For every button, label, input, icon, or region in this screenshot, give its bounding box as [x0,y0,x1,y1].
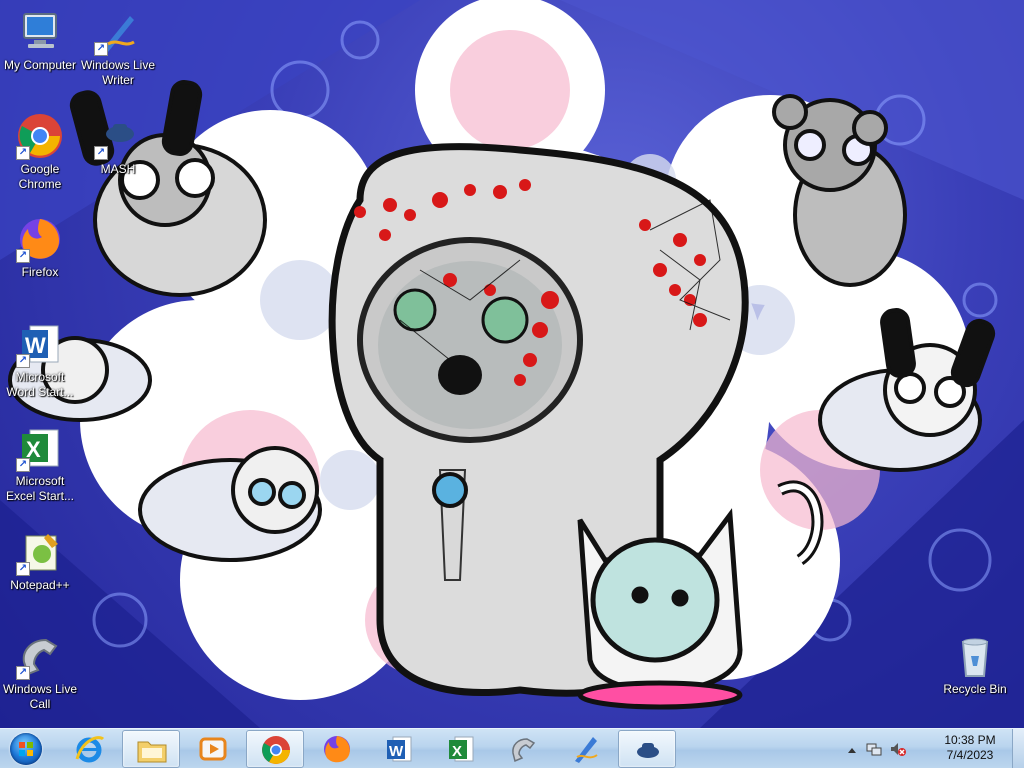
desktop-icon-mash[interactable]: ↗ MASH [78,112,158,177]
desktop-icon-windows-live-call[interactable]: ↗ Windows Live Call [0,632,80,712]
desktop-icon-windows-live-writer[interactable]: ↗ Windows Live Writer [78,8,158,88]
taskbar-word[interactable]: W [370,730,428,768]
system-tray: 10:38 PM 7/4/2023 [834,729,1024,768]
chrome-icon: ↗ [16,112,64,160]
clock-date: 7/4/2023 [946,748,994,762]
windows-logo-icon [10,733,42,765]
desktop-wallpaper [0,0,1024,728]
firefox-icon: ↗ [16,215,64,263]
desktop-icon-excel-starter[interactable]: X ↗ Microsoft Excel Start... [0,424,80,504]
icon-label: My Computer [3,58,77,72]
firefox-icon [321,733,353,765]
taskbar-media-player[interactable] [184,730,242,768]
taskbar-mash[interactable] [618,730,676,768]
show-hidden-icons-icon[interactable] [844,742,860,758]
shortcut-arrow-icon: ↗ [16,458,30,472]
mash-icon: ↗ [94,112,142,160]
icon-label: Notepad++ [10,578,70,592]
excel-icon: X [445,733,477,765]
desktop-icon-recycle-bin[interactable]: Recycle Bin [935,632,1015,697]
shortcut-arrow-icon: ↗ [16,666,30,680]
word-icon: W [383,733,415,765]
icon-label: Firefox [21,265,59,279]
icon-label: Windows Live Call [2,682,78,711]
phone-icon: ↗ [16,632,64,680]
recycle-bin-icon [951,632,999,680]
shortcut-arrow-icon: ↗ [16,562,30,576]
desktop-icon-my-computer[interactable]: My Computer [0,8,80,73]
desktop-icon-notepad-plus-plus[interactable]: ↗ Notepad++ [0,528,80,593]
icon-label: Microsoft Word Start... [6,370,74,399]
taskbar: W X 10:38 PM 7/4/2023 [0,728,1024,768]
word-icon: W ↗ [16,320,64,368]
icon-label: Windows Live Writer [80,58,156,87]
desktop-icon-google-chrome[interactable]: ↗ Google Chrome [0,112,80,192]
clock-time: 10:38 PM [944,733,996,747]
clock[interactable]: 10:38 PM 7/4/2023 [930,733,1010,763]
taskbar-internet-explorer[interactable] [60,730,118,768]
taskbar-live-writer[interactable] [556,730,614,768]
live-writer-icon: ↗ [94,8,142,56]
shortcut-arrow-icon: ↗ [16,146,30,160]
phone-icon [507,733,539,765]
show-desktop-button[interactable] [1012,729,1024,768]
shortcut-arrow-icon: ↗ [94,146,108,160]
shortcut-arrow-icon: ↗ [16,249,30,263]
shortcut-arrow-icon: ↗ [94,42,108,56]
volume-muted-icon[interactable] [890,741,906,757]
network-icon[interactable] [866,741,882,757]
icon-label: Google Chrome [18,162,62,191]
wallpaper-art [0,0,1024,728]
taskbar-chrome[interactable] [246,730,304,768]
taskbar-windows-explorer[interactable] [122,730,180,768]
start-button[interactable] [4,731,48,767]
icon-label: MASH [100,162,136,176]
svg-text:W: W [389,743,404,760]
excel-icon: X ↗ [16,424,64,472]
folder-icon [136,734,168,766]
taskbar-excel[interactable]: X [432,730,490,768]
chrome-icon [260,734,292,766]
play-icon [197,733,229,765]
desktop-icon-word-starter[interactable]: W ↗ Microsoft Word Start... [0,320,80,400]
taskbar-live-call[interactable] [494,730,552,768]
notepad-plus-plus-icon: ↗ [16,528,64,576]
ie-icon [73,733,105,765]
icon-label: Microsoft Excel Start... [5,474,75,503]
taskbar-firefox[interactable] [308,730,366,768]
pen-icon [569,733,601,765]
icon-label: Recycle Bin [943,682,1007,696]
desktop-icon-firefox[interactable]: ↗ Firefox [0,215,80,280]
mash-icon [632,734,664,766]
svg-text:X: X [452,743,462,760]
computer-icon [16,8,64,56]
shortcut-arrow-icon: ↗ [16,354,30,368]
